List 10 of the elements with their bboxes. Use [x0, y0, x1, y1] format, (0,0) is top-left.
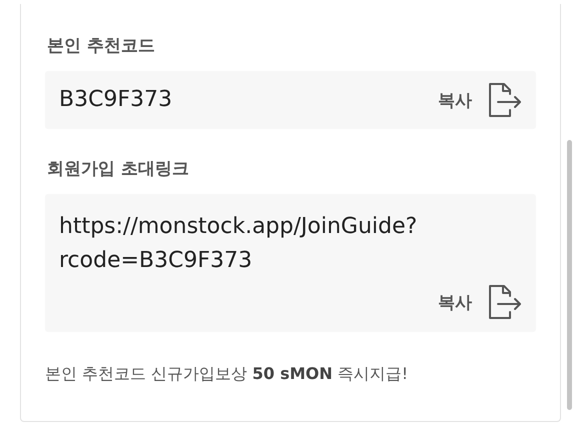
- export-icon: [486, 284, 522, 320]
- section-title: 회원가입 초대링크: [47, 158, 190, 180]
- export-icon: [486, 82, 522, 118]
- copy-button[interactable]: 복사: [438, 82, 522, 118]
- code-text: B3C9F373: [59, 86, 174, 114]
- link-text: rcode=B3C9F373: [59, 247, 254, 275]
- reward-notice: 본인 추천코드 신규가입보상 50 sMON 즉시지급!: [45, 364, 410, 385]
- link-text: https://monstock.app/JoinGuide?: [59, 213, 418, 241]
- copy-button[interactable]: 복사: [438, 284, 522, 320]
- section-title: 본인 추천코드: [47, 35, 156, 57]
